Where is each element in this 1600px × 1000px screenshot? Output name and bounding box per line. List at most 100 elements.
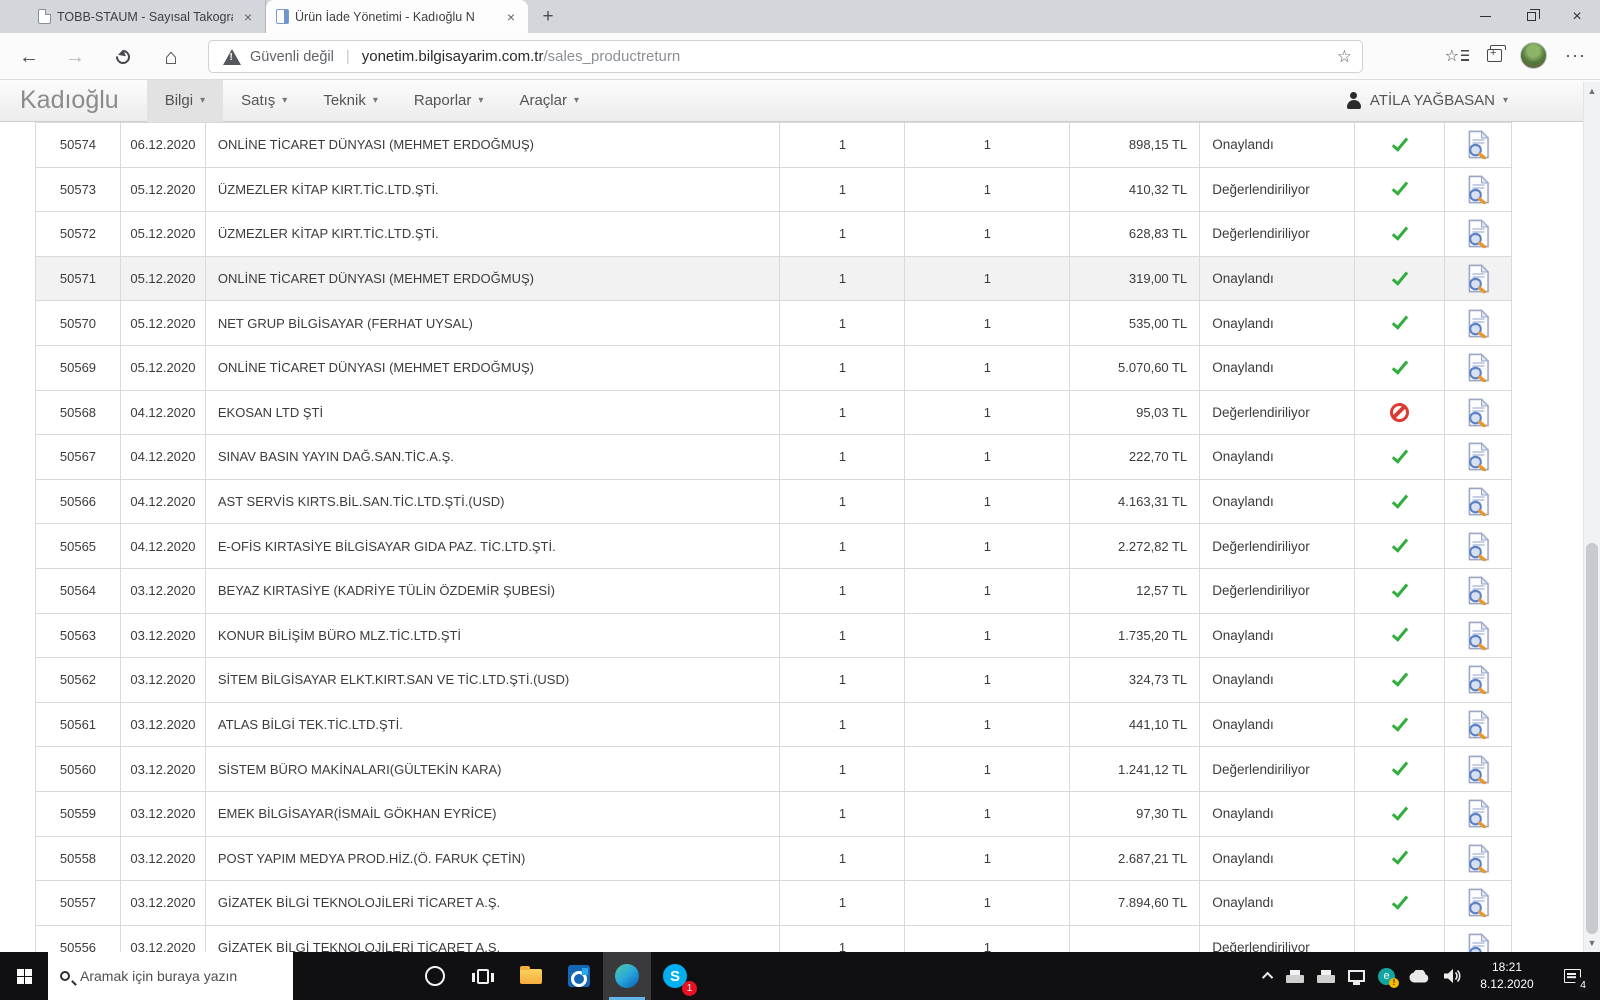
view-document-icon[interactable] [1465, 621, 1492, 650]
start-button[interactable] [0, 952, 48, 1000]
antivirus-warning-icon[interactable]: e [1378, 967, 1399, 988]
printer-icon[interactable] [1317, 969, 1335, 983]
table-row[interactable]: 50572 05.12.2020 ÜZMEZLER KİTAP KIRT.TİC… [35, 212, 1512, 257]
cortana-button[interactable] [411, 952, 459, 1000]
table-row[interactable]: 50570 05.12.2020 NET GRUP BİLGİSAYAR (FE… [35, 301, 1512, 346]
table-row[interactable]: 50571 05.12.2020 ONLİNE TİCARET DÜNYASI … [35, 256, 1512, 302]
minimize-button[interactable] [1462, 0, 1508, 33]
volume-icon[interactable] [1443, 968, 1462, 984]
status-label: Onaylandı [1200, 123, 1356, 167]
collections-icon[interactable] [1487, 45, 1507, 62]
back-button[interactable]: ← [14, 42, 44, 72]
user-menu[interactable]: ATİLA YAĞBASAN ▾ [1346, 92, 1508, 109]
chevron-down-icon: ▾ [372, 95, 378, 106]
quantity-1: 1 [780, 925, 906, 952]
company-name: ÜZMEZLER KİTAP KIRT.TİC.LTD.ŞTİ. [206, 212, 781, 256]
taskbar-clock[interactable]: 18:21 8.12.2020 [1475, 959, 1539, 994]
view-document-icon[interactable] [1465, 353, 1492, 383]
amount: 410,32 TL [1070, 167, 1201, 212]
company-name: SİSTEM BÜRO MAKİNALARI(GÜLTEKİN KARA) [206, 747, 781, 791]
view-document-icon[interactable] [1465, 264, 1492, 294]
doc-cell [1445, 613, 1512, 658]
favorites-icon[interactable]: ☆ [1445, 46, 1470, 66]
view-document-icon[interactable] [1465, 531, 1492, 561]
page-scrollbar[interactable]: ▲ ▼ [1583, 82, 1600, 952]
view-document-icon[interactable] [1465, 888, 1492, 918]
tray-expand-icon[interactable] [1261, 971, 1274, 984]
table-row[interactable]: 50573 05.12.2020 ÜZMEZLER KİTAP KIRT.TİC… [35, 167, 1512, 213]
close-window-button[interactable]: × [1554, 0, 1600, 33]
scrollbar-thumb[interactable] [1586, 543, 1598, 934]
table-row[interactable]: 50558 03.12.2020 POST YAPIM MEDYA PROD.H… [35, 836, 1512, 882]
user-icon [1346, 92, 1362, 109]
quantity-2: 1 [905, 390, 1071, 435]
add-favorite-star-icon[interactable]: ☆ [1337, 47, 1352, 67]
tab-tobb-staum[interactable]: TOBB-STAUM - Sayısal Takograf × [28, 0, 266, 33]
forward-button[interactable]: → [60, 42, 90, 72]
table-row[interactable]: 50563 03.12.2020 KONUR BİLİŞİM BÜRO MLZ.… [35, 613, 1512, 659]
view-document-icon[interactable] [1465, 487, 1492, 517]
close-tab-icon[interactable]: × [239, 8, 257, 26]
chevron-down-icon: ▾ [1502, 95, 1508, 106]
view-document-icon[interactable] [1465, 799, 1492, 829]
page-content: 50574 06.12.2020 ONLİNE TİCARET DÜNYASI … [0, 122, 1600, 952]
profile-avatar[interactable] [1520, 42, 1548, 69]
table-row[interactable]: 50562 03.12.2020 SİTEM BİLGİSAYAR ELKT.K… [35, 658, 1512, 703]
taskbar-search[interactable]: Aramak için buraya yazın [48, 952, 293, 1000]
table-row[interactable]: 50565 04.12.2020 E-OFİS KIRTASİYE BİLGİS… [35, 524, 1512, 569]
browser-menu-icon[interactable]: ··· [1565, 45, 1586, 66]
menu-araclar[interactable]: Araçlar ▾ [501, 80, 597, 122]
table-row[interactable]: 50569 05.12.2020 ONLİNE TİCARET DÜNYASI … [35, 345, 1512, 391]
task-view-button[interactable] [459, 952, 507, 1000]
status-icon-cell [1355, 167, 1446, 212]
view-document-icon[interactable] [1465, 844, 1492, 873]
brand-logo[interactable]: Kadıoğlu [20, 86, 119, 115]
menu-bilgi[interactable]: Bilgi ▾ [146, 79, 224, 122]
restore-button[interactable] [1508, 0, 1554, 33]
edge-button[interactable] [603, 952, 651, 1000]
view-document-icon[interactable] [1465, 710, 1492, 740]
quantity-1: 1 [780, 613, 906, 658]
table-row[interactable]: 50574 06.12.2020 ONLİNE TİCARET DÜNYASI … [35, 123, 1512, 168]
table-row[interactable]: 50568 04.12.2020 EKOSAN LTD ŞTİ 1 1 95,0… [35, 390, 1512, 436]
close-tab-icon[interactable]: × [502, 8, 520, 26]
table-row[interactable]: 50567 04.12.2020 SINAV BASIN YAYIN DAĞ.S… [35, 435, 1512, 480]
onedrive-cloud-icon[interactable] [1408, 969, 1430, 983]
action-center-button[interactable]: 4 [1552, 952, 1592, 1000]
skype-button[interactable]: S 1 [651, 952, 699, 1000]
address-bar[interactable]: Güvenli değil | yonetim.bilgisayarim.com… [208, 40, 1363, 73]
view-document-icon[interactable] [1465, 665, 1492, 695]
table-row[interactable]: 50559 03.12.2020 EMEK BİLGİSAYAR(İSMAİL … [35, 791, 1512, 837]
view-document-icon[interactable] [1465, 442, 1492, 472]
table-row[interactable]: 50561 03.12.2020 ATLAS BİLGİ TEK.TİC.LTD… [35, 702, 1512, 748]
scroll-down-icon[interactable]: ▼ [1584, 938, 1600, 948]
view-document-icon[interactable] [1465, 130, 1492, 160]
scroll-up-icon[interactable]: ▲ [1584, 86, 1600, 96]
view-document-icon[interactable] [1465, 308, 1492, 338]
return-date: 06.12.2020 [121, 123, 206, 167]
printer-icon[interactable] [1286, 969, 1304, 983]
view-document-icon[interactable] [1465, 576, 1492, 606]
table-row[interactable]: 50560 03.12.2020 SİSTEM BÜRO MAKİNALARI(… [35, 747, 1512, 792]
display-icon[interactable] [1348, 970, 1365, 985]
home-button[interactable]: ⌂ [156, 42, 186, 72]
table-row[interactable]: 50556 03.12.2020 GİZATEK BİLGİ TEKNOLOJİ… [35, 925, 1512, 952]
view-document-icon[interactable] [1465, 933, 1492, 952]
view-document-icon[interactable] [1465, 219, 1492, 249]
view-document-icon[interactable] [1465, 398, 1492, 427]
company-name: SINAV BASIN YAYIN DAĞ.SAN.TİC.A.Ş. [206, 435, 781, 479]
refresh-button[interactable] [108, 42, 138, 72]
outlook-button[interactable] [555, 952, 603, 1000]
table-row[interactable]: 50566 04.12.2020 AST SERVİS KIRTS.BİL.SA… [35, 479, 1512, 525]
view-document-icon[interactable] [1465, 754, 1492, 784]
view-document-icon[interactable] [1465, 175, 1492, 204]
menu-raporlar[interactable]: Raporlar ▾ [396, 80, 502, 122]
tab-urun-iade[interactable]: Ürün İade Yönetimi - Kadıoğlu N × [266, 0, 528, 33]
menu-teknik[interactable]: Teknik ▾ [305, 80, 396, 122]
file-explorer-button[interactable] [507, 952, 555, 1000]
new-tab-button[interactable]: + [534, 3, 562, 31]
return-id: 50556 [36, 925, 121, 952]
table-row[interactable]: 50557 03.12.2020 GİZATEK BİLGİ TEKNOLOJİ… [35, 881, 1512, 926]
table-row[interactable]: 50564 03.12.2020 BEYAZ KIRTASİYE (KADRİY… [35, 568, 1512, 614]
menu-satis[interactable]: Satış ▾ [223, 80, 305, 122]
